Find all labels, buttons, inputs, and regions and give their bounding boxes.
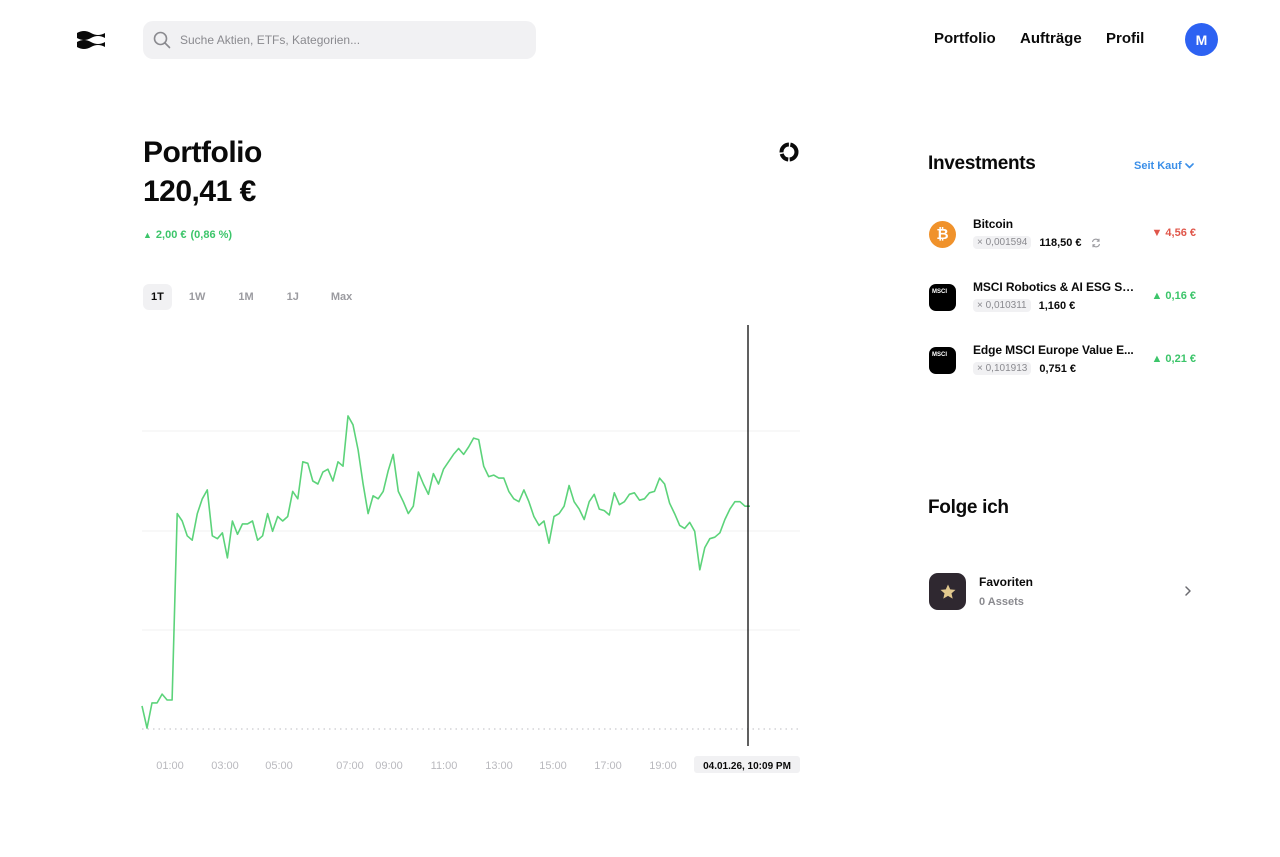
search-icon (153, 31, 171, 49)
investment-change: ▼ 4,56 € (1151, 227, 1196, 239)
up-arrow-icon: ▲ (1151, 290, 1163, 302)
chevron-right-icon (1185, 586, 1191, 596)
tab-max[interactable]: Max (323, 284, 360, 310)
change-absolute: 2,00 € (155, 229, 187, 241)
investment-change: ▲ 0,21 € (1151, 353, 1196, 365)
portfolio-chart-svg[interactable]: 01:00 03:00 05:00 07:00 09:00 11:00 13:00 15:00… (140, 320, 802, 780)
msci-logo: MSCI (929, 347, 956, 374)
list-item-favoriten[interactable]: Favoriten 0 Assets (928, 572, 1196, 612)
chevron-down-icon (1184, 163, 1194, 169)
investment-name: MSCI Robotics & AI ESG Sc... (973, 280, 1138, 294)
portfolio-value: 120,41 € (143, 175, 256, 208)
x-tick-label: 01:00 (156, 760, 184, 772)
sort-dropdown[interactable]: Seit Kauf (1134, 160, 1194, 172)
investment-row[interactable]: MSCI MSCI Robotics & AI ESG Sc... × 0,01… (928, 280, 1196, 320)
nav-profil[interactable]: Profil (1106, 30, 1144, 47)
investment-price: 0,751 € (1039, 362, 1077, 375)
series-line (141, 415, 750, 729)
down-arrow-icon: ▼ (1151, 227, 1163, 239)
tab-1m[interactable]: 1M (230, 284, 261, 310)
page-title: Portfolio (143, 136, 262, 169)
investment-row[interactable]: ₿ Bitcoin × 0,001594 118,50 € ▼ 4,56 € (928, 217, 1196, 257)
tab-1j[interactable]: 1J (279, 284, 307, 310)
x-tick-label: 05:00 (265, 760, 293, 772)
tab-1t[interactable]: 1T (143, 284, 172, 310)
investment-change: ▲ 0,16 € (1151, 290, 1196, 302)
investment-quantity: × 0,101913 (973, 362, 1032, 375)
x-tick-label: 09:00 (375, 760, 403, 772)
tab-1w[interactable]: 1W (181, 284, 214, 310)
investment-name: Bitcoin (973, 217, 1013, 231)
x-tick-label: 17:00 (594, 760, 622, 772)
portfolio-chart[interactable]: 01:00 03:00 05:00 07:00 09:00 11:00 13:00 15:00… (140, 320, 802, 780)
nav-portfolio[interactable]: Portfolio (934, 30, 996, 47)
sync-icon (1091, 238, 1100, 247)
investment-row[interactable]: MSCI Edge MSCI Europe Value E... × 0,101… (928, 343, 1196, 383)
investment-change-value: 0,16 € (1165, 290, 1196, 302)
up-arrow-icon: ▲ (1151, 353, 1163, 365)
app-logo[interactable] (76, 28, 106, 52)
search-bar[interactable] (143, 21, 536, 59)
investment-price: 1,160 € (1038, 299, 1076, 312)
x-tick-label: 15:00 (539, 760, 567, 772)
x-tick-label: 07:00 (336, 760, 364, 772)
time-range-tabs: 1T 1W 1M 1J Max (143, 284, 360, 310)
list-item-subtitle: 0 Assets (979, 596, 1024, 608)
nav-auftraege[interactable]: Aufträge (1020, 30, 1082, 47)
x-tick-label: 03:00 (211, 760, 239, 772)
msci-logo: MSCI (929, 284, 956, 311)
investment-quantity: × 0,010311 (973, 299, 1031, 312)
star-icon (929, 573, 966, 610)
up-arrow-icon: ▲ (143, 230, 152, 240)
donut-chart-icon[interactable] (778, 141, 800, 163)
cursor-label: 04.01.26, 10:09 PM (703, 761, 791, 772)
bitcoin-icon: ₿ (929, 221, 956, 248)
x-tick-label: 19:00 (649, 760, 677, 772)
search-input[interactable] (180, 33, 500, 47)
change-percent: (0,86 %) (190, 229, 233, 241)
investment-change-value: 0,21 € (1165, 353, 1196, 365)
list-item-title: Favoriten (979, 575, 1034, 589)
portfolio-change: ▲ 2,00 € (0,86 %) (143, 229, 232, 241)
investment-price: 118,50 € (1039, 236, 1082, 249)
investment-quantity: × 0,001594 (973, 236, 1032, 249)
following-title: Folge ich (928, 497, 1009, 518)
avatar[interactable]: M (1185, 23, 1218, 56)
investments-title: Investments (928, 153, 1036, 174)
investment-change-value: 4,56 € (1165, 227, 1196, 239)
sort-dropdown-label: Seit Kauf (1134, 160, 1182, 172)
x-tick-label: 13:00 (485, 760, 513, 772)
x-tick-label: 11:00 (431, 760, 458, 772)
investment-name: Edge MSCI Europe Value E... (973, 343, 1134, 357)
